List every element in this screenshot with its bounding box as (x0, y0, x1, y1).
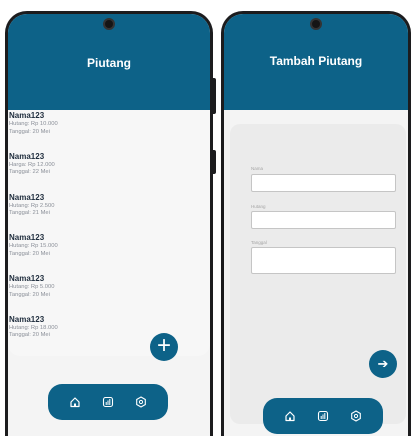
item-name: Nama123 (9, 111, 45, 120)
plus-icon: + (156, 332, 171, 359)
item-date: Tanggal: 21 Mei (9, 210, 50, 217)
settings-icon[interactable] (348, 408, 364, 424)
item-date: Tanggal: 20 Mei (9, 291, 50, 298)
chart-icon[interactable] (315, 408, 331, 424)
piutang-list: Nama123 Hutang: Rp 10.000 Tanggal: 20 Me… (9, 111, 179, 356)
page-title: Piutang (87, 56, 131, 70)
volume-button (213, 78, 216, 114)
chart-icon[interactable] (100, 394, 116, 410)
list-item[interactable]: Nama123 Hutang: Rp 10.000 Tanggal: 20 Me… (9, 111, 179, 152)
item-name: Nama123 (9, 274, 45, 284)
bottom-nav (263, 398, 383, 434)
home-icon[interactable] (282, 408, 298, 424)
home-icon[interactable] (67, 394, 83, 410)
list-item[interactable]: Nama123 Hutang: Rp 2.500 Tanggal: 21 Mei (9, 193, 179, 234)
item-name: Nama123 (9, 151, 45, 161)
phone-form-screen: Tambah Piutang Nama Hutang Tanggal ➔ (221, 11, 411, 436)
power-button (213, 150, 216, 174)
hutang-input[interactable] (251, 211, 396, 229)
field-label: Nama (251, 166, 264, 171)
nama-input[interactable] (251, 174, 396, 192)
list-item[interactable]: Nama123 Harga: Rp 12.000 Tanggal: 22 Mei (9, 152, 179, 193)
tanggal-input[interactable] (251, 247, 396, 274)
list-item[interactable]: Nama123 Hutang: Rp 15.000 Tanggal: 20 Me… (9, 233, 179, 274)
add-piutang-button[interactable]: + (150, 333, 178, 361)
item-date: Tanggal: 22 Mei (9, 169, 50, 176)
form-header: Tambah Piutang (224, 14, 408, 110)
page-title: Tambah Piutang (269, 54, 363, 68)
submit-button[interactable]: ➔ (369, 350, 397, 378)
field-label: Hutang (251, 204, 266, 209)
camera-icon (310, 18, 322, 30)
list-header: Piutang (8, 14, 210, 110)
item-amount: Hutang: Rp 10.000 (9, 121, 58, 127)
arrow-right-icon: ➔ (377, 356, 389, 371)
bottom-nav (48, 384, 168, 420)
item-date: Tanggal: 20 Mei (9, 250, 50, 257)
item-name: Nama123 (9, 192, 45, 202)
camera-icon (103, 18, 115, 30)
settings-icon[interactable] (133, 394, 149, 410)
item-amount: Hutang: Rp 2.500 (9, 202, 55, 209)
list-item[interactable]: Nama123 Hutang: Rp 5.000 Tanggal: 20 Mei (9, 274, 179, 315)
field-label: Tanggal (251, 240, 267, 245)
item-date: Tanggal: 20 Mei (9, 128, 50, 135)
item-amount: Hutang: Rp 5.000 (9, 284, 55, 291)
item-amount: Hutang: Rp 18.000 (9, 324, 58, 331)
item-name: Nama123 (9, 233, 45, 243)
item-amount: Harga: Rp 12.000 (9, 161, 55, 168)
item-amount: Hutang: Rp 15.000 (9, 243, 58, 250)
item-name: Nama123 (9, 314, 45, 324)
